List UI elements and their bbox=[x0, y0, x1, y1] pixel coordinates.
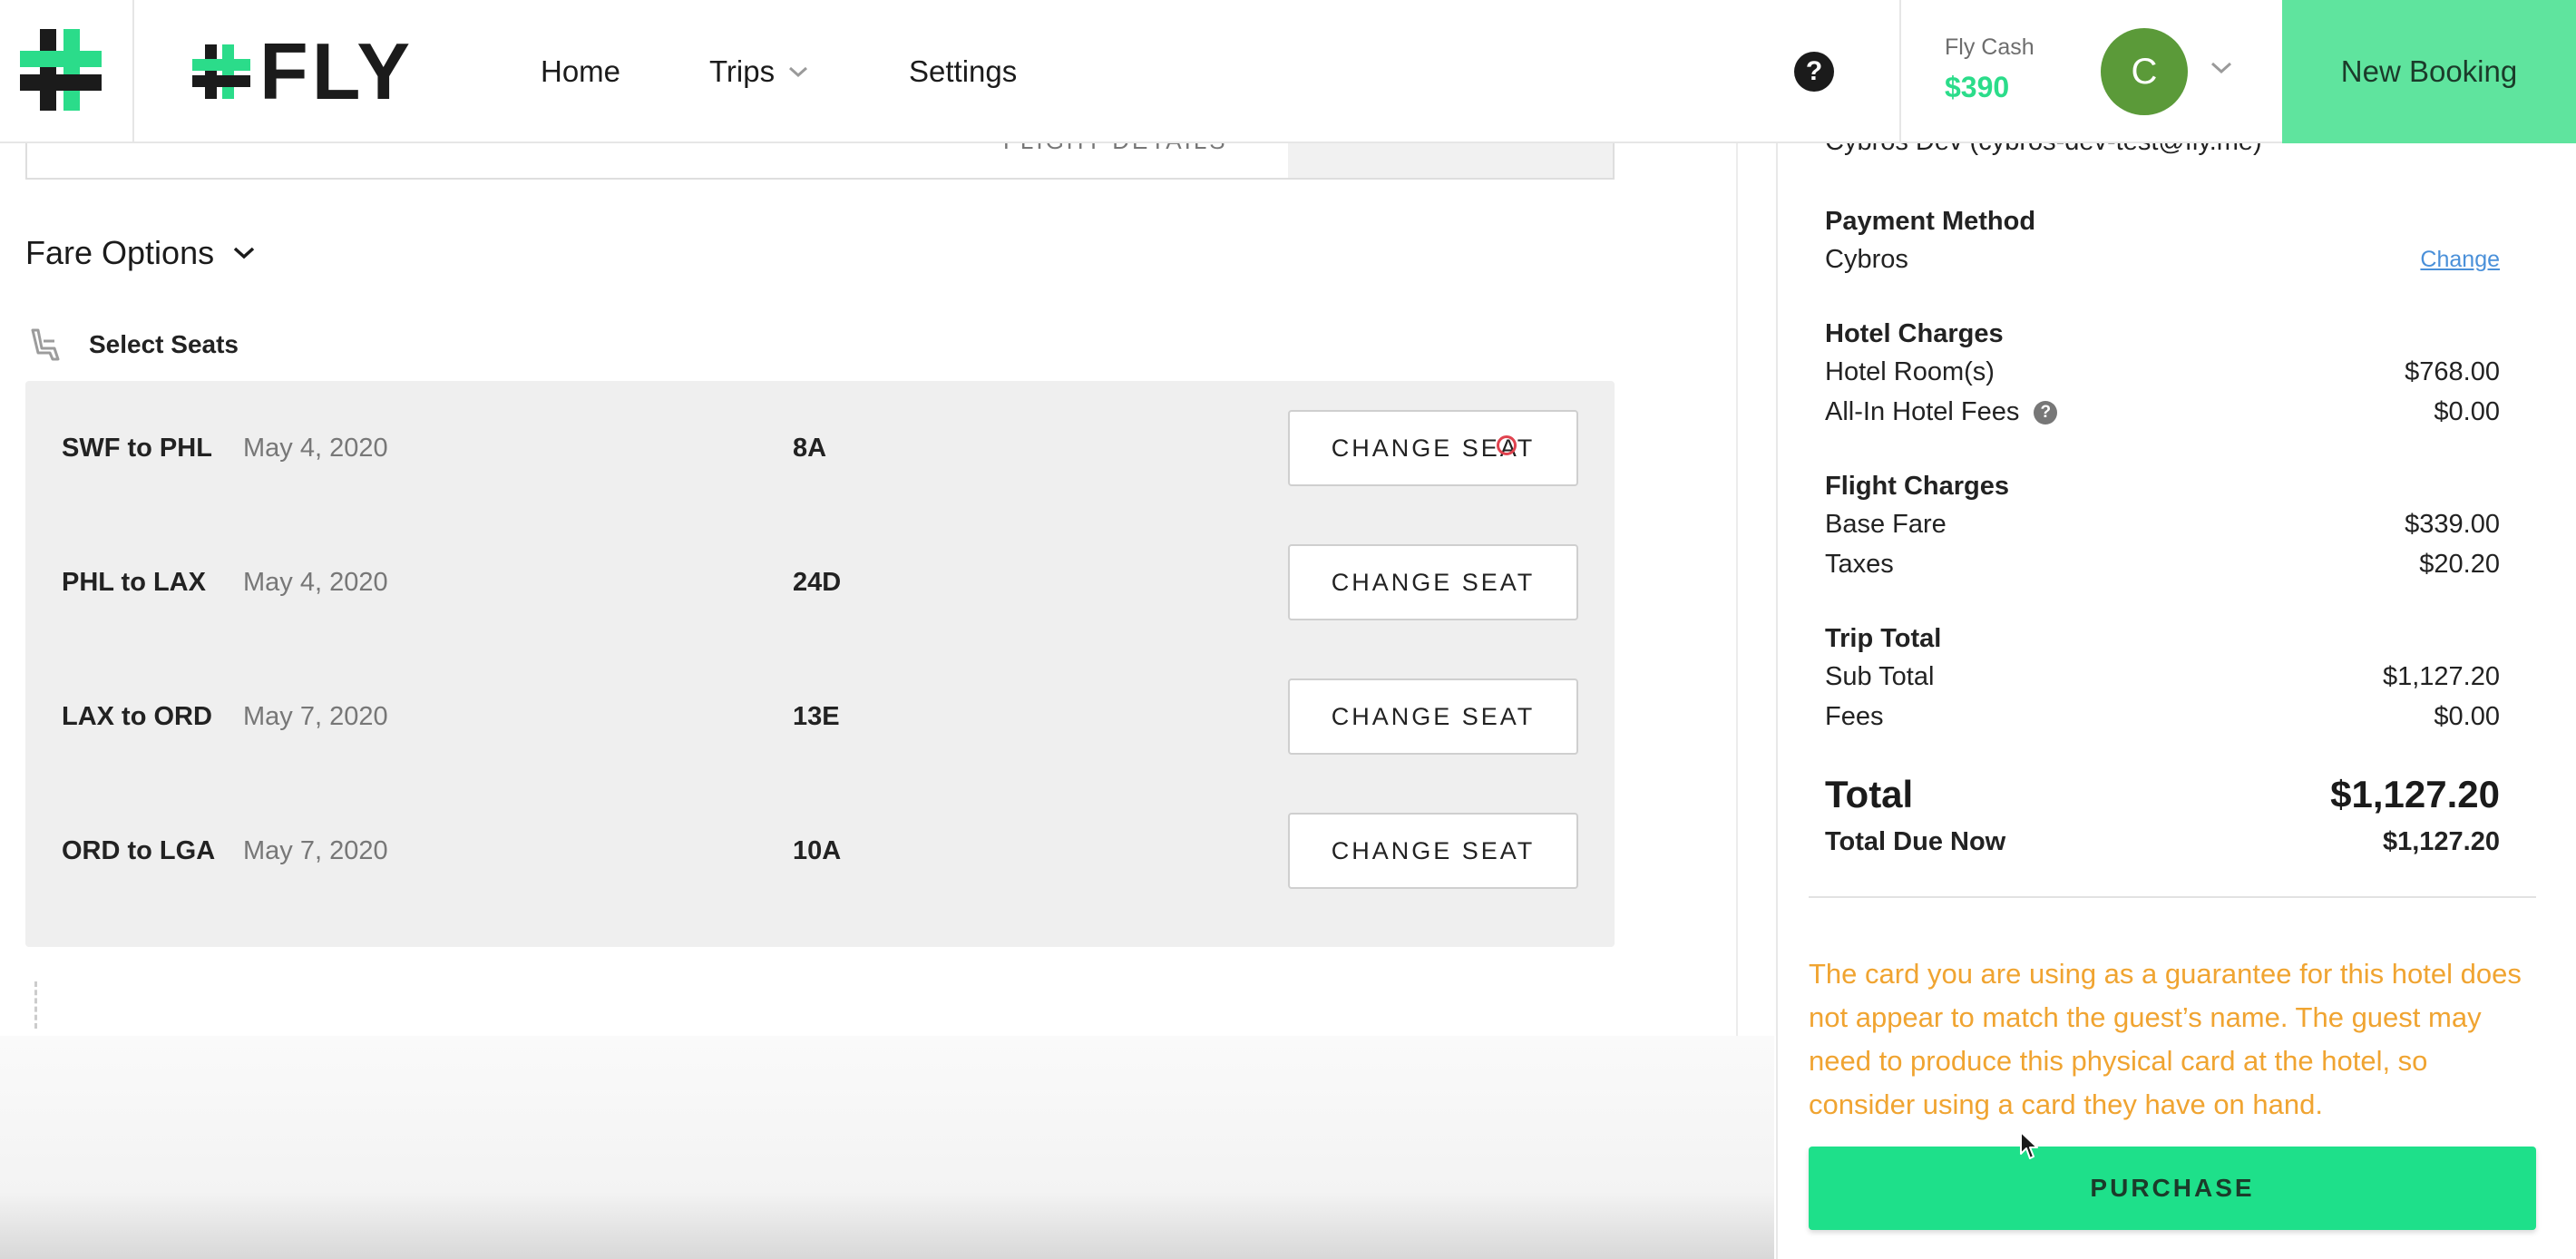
nav-home[interactable]: Home bbox=[541, 0, 620, 143]
change-seat-button[interactable]: CHANGE SEAT bbox=[1288, 678, 1578, 755]
total-label: Total bbox=[1825, 773, 1914, 815]
hotel-fees-row: All-In Hotel Fees? bbox=[1825, 397, 2058, 427]
seat-date: May 4, 2020 bbox=[243, 433, 388, 463]
hotel-fees-amount: $0.00 bbox=[2434, 397, 2500, 426]
booking-details-area: FLIGHT DETAILS Fare Options Select Seats… bbox=[0, 127, 1738, 1036]
flight-card-side-panel bbox=[1288, 143, 1613, 178]
list-item: ORD to LGA May 7, 2020 10A CHANGE SEAT bbox=[25, 784, 1615, 918]
nav-home-label: Home bbox=[541, 54, 621, 88]
seat-date: May 7, 2020 bbox=[243, 701, 388, 731]
seat-list: SWF to PHL May 4, 2020 8A CHANGE SEAT PH… bbox=[25, 381, 1615, 947]
seat-icon bbox=[31, 328, 60, 361]
seat-number: 13E bbox=[793, 701, 840, 731]
seat-route: PHL to LAX bbox=[62, 567, 206, 597]
seat-date: May 7, 2020 bbox=[243, 835, 388, 865]
help-circle-icon[interactable]: ? bbox=[2034, 401, 2058, 425]
nav-trips[interactable]: Trips bbox=[709, 0, 809, 143]
trip-total-heading: Trip Total bbox=[1825, 624, 1942, 653]
timeline-connector bbox=[34, 981, 37, 1029]
change-payment-link[interactable]: Change bbox=[2420, 247, 2500, 273]
chevron-down-icon[interactable] bbox=[2210, 60, 2233, 76]
taxes-amount: $20.20 bbox=[2419, 550, 2500, 579]
seat-route: ORD to LGA bbox=[62, 835, 216, 865]
avatar[interactable]: C bbox=[2101, 28, 2188, 115]
page-background bbox=[0, 1036, 1774, 1259]
list-item: LAX to ORD May 7, 2020 13E CHANGE SEAT bbox=[25, 649, 1615, 784]
new-booking-button[interactable]: New Booking bbox=[2282, 0, 2576, 143]
help-circle-icon[interactable]: ? bbox=[1794, 52, 1834, 92]
nav-trips-label: Trips bbox=[709, 54, 776, 88]
fly-cash-label: Fly Cash bbox=[1945, 34, 2034, 60]
seat-route: SWF to PHL bbox=[62, 433, 212, 463]
fly-cash-value: $390 bbox=[1945, 71, 2010, 103]
nav-settings-label: Settings bbox=[909, 54, 1018, 88]
chevron-down-icon bbox=[233, 247, 255, 259]
list-item: PHL to LAX May 4, 2020 24D CHANGE SEAT bbox=[25, 515, 1615, 649]
hotel-charges-heading: Hotel Charges bbox=[1825, 319, 2004, 348]
booking-summary-panel: Cybros Dev (cybros-dev-test@fly.me) Paym… bbox=[1776, 127, 2576, 1259]
hotel-rooms-label: Hotel Room(s) bbox=[1825, 357, 1995, 386]
divider bbox=[1899, 0, 1901, 143]
fare-options-toggle[interactable]: Fare Options bbox=[25, 234, 256, 272]
payment-method-value: Cybros bbox=[1825, 245, 1908, 274]
mouse-cursor-icon bbox=[2020, 1131, 2038, 1159]
click-indicator bbox=[1497, 435, 1517, 455]
select-seats-header: Select Seats bbox=[25, 325, 239, 365]
base-fare-amount: $339.00 bbox=[2405, 510, 2500, 539]
app-icon-box[interactable] bbox=[0, 0, 134, 143]
seat-date: May 4, 2020 bbox=[243, 567, 388, 597]
sub-total-amount: $1,127.20 bbox=[2382, 662, 2500, 691]
change-seat-button[interactable]: CHANGE SEAT bbox=[1288, 544, 1578, 620]
seat-route: LAX to ORD bbox=[62, 701, 212, 731]
base-fare-label: Base Fare bbox=[1825, 510, 1947, 539]
chevron-down-icon bbox=[789, 66, 808, 78]
seat-number: 10A bbox=[793, 835, 842, 865]
logo-wordmark: FLY bbox=[259, 26, 415, 116]
fare-options-title: Fare Options bbox=[25, 234, 215, 271]
fees-label: Fees bbox=[1825, 702, 1884, 731]
select-seats-title: Select Seats bbox=[89, 330, 239, 358]
seat-number: 24D bbox=[793, 567, 842, 597]
fly-cross-logo-icon bbox=[192, 44, 250, 99]
purchase-button[interactable]: PURCHASE bbox=[1809, 1147, 2536, 1230]
change-seat-button[interactable]: CHANGE SEAT bbox=[1288, 813, 1578, 889]
divider bbox=[1809, 896, 2536, 898]
flight-card: FLIGHT DETAILS bbox=[25, 127, 1615, 180]
hotel-rooms-amount: $768.00 bbox=[2405, 357, 2500, 386]
fly-cross-logo-icon bbox=[20, 29, 102, 111]
hotel-fees-label: All-In Hotel Fees bbox=[1825, 397, 2020, 426]
fly-logo[interactable]: FLY bbox=[190, 26, 415, 116]
change-seat-button[interactable]: CHANGE SEAT bbox=[1288, 410, 1578, 486]
flight-charges-heading: Flight Charges bbox=[1825, 472, 2010, 501]
nav-settings[interactable]: Settings bbox=[909, 0, 1017, 143]
payment-method-heading: Payment Method bbox=[1825, 207, 2036, 236]
top-navigation-bar: FLY Home Trips Settings ? Fly Cash $390 … bbox=[0, 0, 2576, 143]
sub-total-label: Sub Total bbox=[1825, 662, 1935, 691]
taxes-label: Taxes bbox=[1825, 550, 1894, 579]
total-due-label: Total Due Now bbox=[1825, 827, 2006, 856]
total-amount: $1,127.20 bbox=[2330, 773, 2500, 815]
card-mismatch-warning: The card you are using as a guarantee fo… bbox=[1809, 958, 2522, 1120]
list-item: SWF to PHL May 4, 2020 8A CHANGE SEAT bbox=[25, 381, 1615, 515]
total-due-amount: $1,127.20 bbox=[2382, 827, 2500, 856]
fees-amount: $0.00 bbox=[2434, 702, 2500, 731]
seat-number: 8A bbox=[793, 433, 827, 463]
